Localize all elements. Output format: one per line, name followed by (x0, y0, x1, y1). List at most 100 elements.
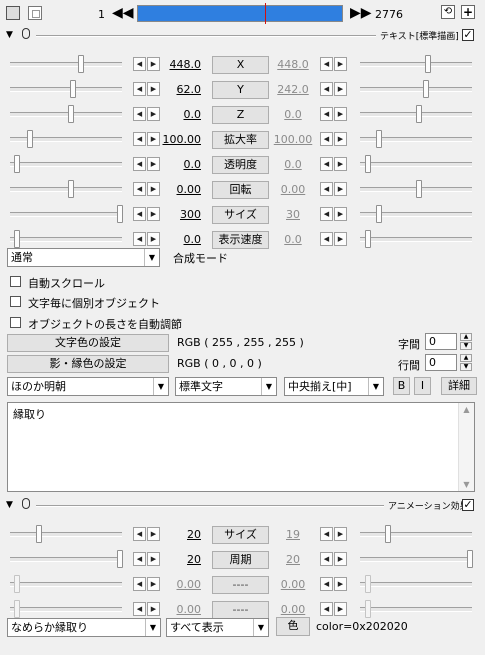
param-row-right-slider-thumb[interactable] (376, 130, 382, 148)
param-row-param-button[interactable]: 透明度 (212, 156, 269, 174)
anim-row-right-slider-track[interactable] (360, 532, 472, 537)
anim-row-left-slider-thumb[interactable] (117, 550, 123, 568)
char-spacing-down[interactable]: ▼ (460, 342, 472, 350)
italic-button[interactable]: I (414, 377, 431, 395)
param-row-right-slider-thumb[interactable] (416, 180, 422, 198)
param-row-start-value[interactable]: 62.0 (151, 83, 202, 96)
anim-row-param-button[interactable]: ---- (212, 576, 269, 594)
param-row-end-increment-button[interactable]: ▶ (334, 232, 347, 246)
timeline-seekbar[interactable] (137, 5, 343, 22)
anim-row-left-slider-thumb[interactable] (14, 600, 20, 618)
detail-button[interactable]: 詳細 (441, 377, 477, 395)
param-row-end-value[interactable]: 0.00 (271, 183, 315, 196)
collapse-arrow-icon[interactable]: ▼ (6, 30, 13, 40)
param-row-end-value[interactable]: 448.0 (271, 58, 315, 71)
anim-row-left-slider-thumb[interactable] (36, 525, 42, 543)
param-row-end-value[interactable]: 242.0 (271, 83, 315, 96)
param-row-param-button[interactable]: サイズ (212, 206, 269, 224)
param-row-start-value[interactable]: 0.0 (151, 158, 202, 171)
param-row-start-value[interactable]: 100.00 (151, 133, 202, 146)
param-row-start-value[interactable]: 448.0 (151, 58, 202, 71)
anim-row-right-slider-track[interactable] (360, 582, 472, 587)
align-select[interactable]: 中央揃え[中] ▼ (284, 377, 384, 396)
param-row-left-slider-thumb[interactable] (68, 180, 74, 198)
layout-icon[interactable] (28, 6, 42, 20)
param-row-end-increment-button[interactable]: ▶ (334, 182, 347, 196)
text-color-button[interactable]: 文字色の設定 (7, 334, 169, 352)
anim-row-decrement-button[interactable]: ◀ (133, 527, 146, 541)
font-style-select[interactable]: 標準文字 ▼ (175, 377, 277, 396)
anim-row-end-decrement-button[interactable]: ◀ (320, 552, 333, 566)
param-row-end-value[interactable]: 0.0 (271, 233, 315, 246)
film-icon[interactable] (6, 6, 20, 20)
anim-row-end-value[interactable]: 0.00 (271, 603, 315, 616)
param-row-decrement-button[interactable]: ◀ (133, 232, 146, 246)
param-row-right-slider-thumb[interactable] (376, 205, 382, 223)
param-row-right-slider-thumb[interactable] (423, 80, 429, 98)
line-spacing-down[interactable]: ▼ (460, 363, 472, 371)
param-row-end-decrement-button[interactable]: ◀ (320, 182, 333, 196)
anim-row-left-slider-track[interactable] (10, 532, 122, 537)
line-spacing-input[interactable]: 0 (425, 354, 457, 371)
param-row-end-increment-button[interactable]: ▶ (334, 207, 347, 221)
anim-row-end-increment-button[interactable]: ▶ (334, 602, 347, 616)
char-spacing-up[interactable]: ▲ (460, 333, 472, 341)
param-row-decrement-button[interactable]: ◀ (133, 157, 146, 171)
param-row-param-button[interactable]: 拡大率 (212, 131, 269, 149)
param-row-left-slider-thumb[interactable] (70, 80, 76, 98)
param-row-end-increment-button[interactable]: ▶ (334, 107, 347, 121)
char-spacing-input[interactable]: 0 (425, 333, 457, 350)
param-row-param-button[interactable]: X (212, 56, 269, 74)
param-row-right-slider-track[interactable] (360, 62, 472, 67)
param-row-decrement-button[interactable]: ◀ (133, 207, 146, 221)
anim-row-end-decrement-button[interactable]: ◀ (320, 527, 333, 541)
anim-row-end-increment-button[interactable]: ▶ (334, 552, 347, 566)
param-row-right-slider-thumb[interactable] (365, 230, 371, 248)
anim-row-end-decrement-button[interactable]: ◀ (320, 577, 333, 591)
bold-button[interactable]: B (393, 377, 410, 395)
param-row-end-decrement-button[interactable]: ◀ (320, 232, 333, 246)
param-row-left-slider-track[interactable] (10, 112, 122, 117)
param-row-end-value[interactable]: 30 (271, 208, 315, 221)
param-row-param-button[interactable]: Y (212, 81, 269, 99)
color-button[interactable]: 色 (276, 617, 310, 636)
line-spacing-up[interactable]: ▲ (460, 354, 472, 362)
param-row-right-slider-track[interactable] (360, 237, 472, 242)
collapse-arrow-icon[interactable]: ▼ (6, 500, 13, 510)
param-row-left-slider-track[interactable] (10, 187, 122, 192)
anim-row-right-slider-thumb[interactable] (365, 575, 371, 593)
add-icon[interactable]: + (461, 5, 475, 19)
param-row-start-value[interactable]: 0.00 (151, 183, 202, 196)
param-row-left-slider-thumb[interactable] (14, 155, 20, 173)
param-row-left-slider-thumb[interactable] (14, 230, 20, 248)
anim-row-right-slider-thumb[interactable] (365, 600, 371, 618)
param-row-param-button[interactable]: 回転 (212, 181, 269, 199)
anim-row-param-button[interactable]: ---- (212, 601, 269, 619)
section-enable-checkbox[interactable]: ✓ (462, 499, 474, 511)
param-row-decrement-button[interactable]: ◀ (133, 132, 146, 146)
seek-marker[interactable] (265, 3, 266, 24)
auto-length-checkbox[interactable] (10, 317, 21, 328)
param-row-right-slider-thumb[interactable] (365, 155, 371, 173)
param-row-param-button[interactable]: Z (212, 106, 269, 124)
anim-row-left-slider-track[interactable] (10, 557, 122, 562)
shadow-color-button[interactable]: 影・縁色の設定 (7, 355, 169, 373)
param-row-end-decrement-button[interactable]: ◀ (320, 82, 333, 96)
param-row-left-slider-thumb[interactable] (117, 205, 123, 223)
param-row-end-increment-button[interactable]: ▶ (334, 132, 347, 146)
param-row-left-slider-track[interactable] (10, 212, 122, 217)
param-row-end-value[interactable]: 100.00 (271, 133, 315, 146)
anim-row-param-button[interactable]: サイズ (212, 526, 269, 544)
param-row-right-slider-thumb[interactable] (416, 105, 422, 123)
next-frame-icon[interactable]: ▶▶ (350, 5, 372, 21)
anim-row-right-slider-thumb[interactable] (467, 550, 473, 568)
anim-row-end-increment-button[interactable]: ▶ (334, 577, 347, 591)
effect-select[interactable]: なめらか縁取り ▼ (7, 618, 161, 637)
param-row-end-increment-button[interactable]: ▶ (334, 82, 347, 96)
section-enable-checkbox[interactable]: ✓ (462, 29, 474, 41)
param-row-left-slider-thumb[interactable] (27, 130, 33, 148)
text-content-area[interactable]: 縁取り ▲ ▼ (7, 402, 475, 492)
anim-row-param-button[interactable]: 周期 (212, 551, 269, 569)
textarea-scrollbar[interactable]: ▲ ▼ (458, 403, 474, 491)
anim-row-end-value[interactable]: 20 (271, 553, 315, 566)
